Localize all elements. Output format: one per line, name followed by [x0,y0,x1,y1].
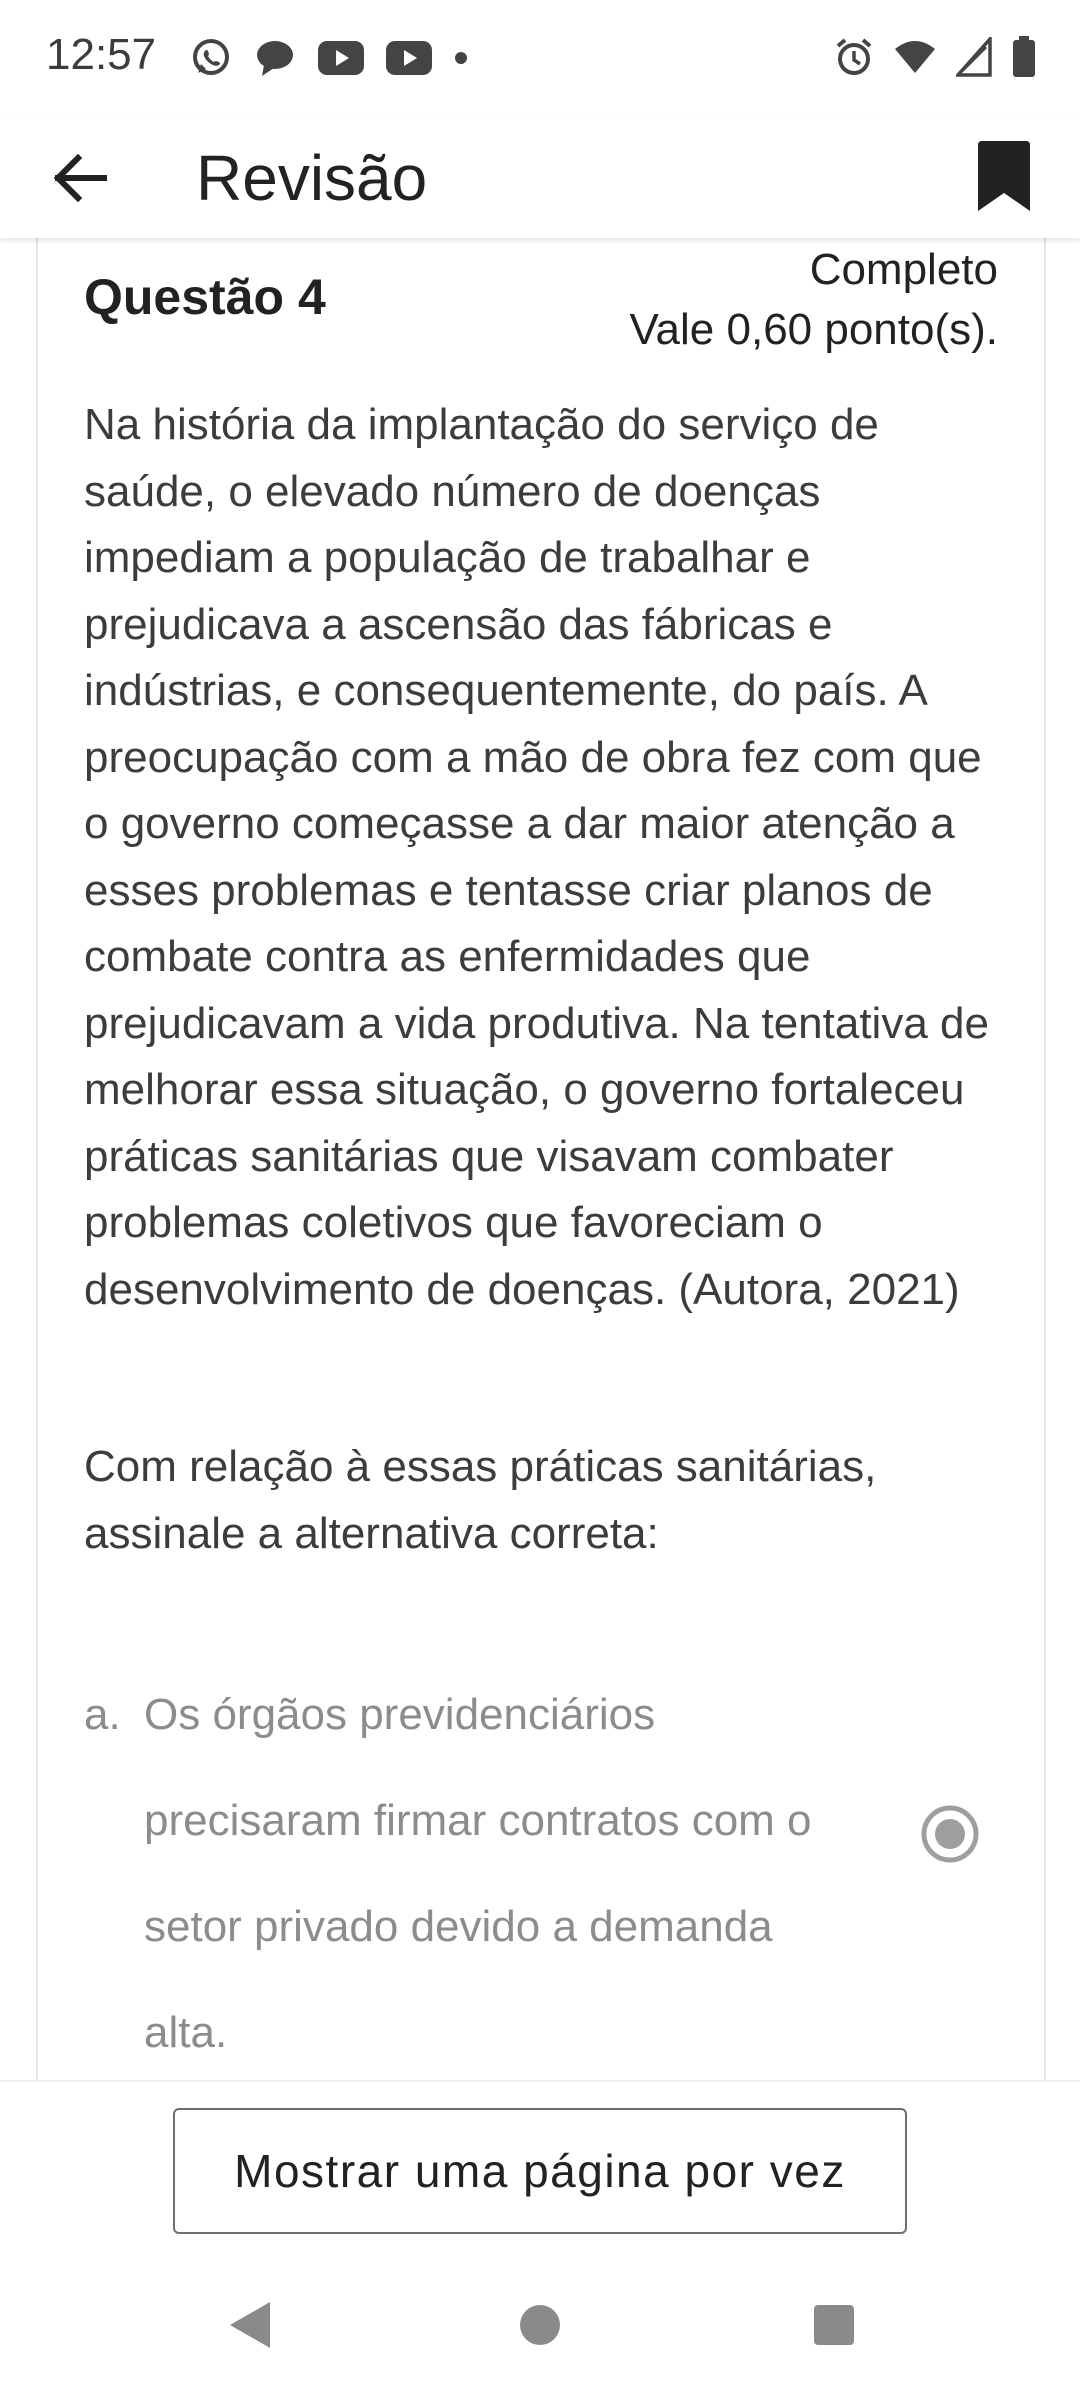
question-points: Vale 0,60 ponto(s). [629,305,998,354]
question-title: Questão 4 [84,269,326,325]
answer-option-a[interactable]: a. Os órgãos previdenciários precisaram … [84,1662,1004,2080]
bottom-action-bar: Mostrar uma página por vez [0,2080,1080,2250]
question-status-block: Completo Vale 0,60 ponto(s). [629,240,998,360]
page-title: Revisão [196,142,428,214]
radio-selected-icon [921,1805,979,1863]
signal-icon [956,37,992,77]
app-bar: Revisão [0,118,1080,238]
youtube-icon [318,41,364,75]
bookmark-button[interactable] [964,132,1044,220]
nav-back-button[interactable] [215,2290,285,2360]
alarm-icon [834,37,874,77]
square-recents-icon [814,2305,854,2345]
youtube-icon [386,41,432,75]
option-letter: a. [84,1690,121,1739]
nav-home-button[interactable] [505,2290,575,2360]
review-content[interactable]: Questão 4 Completo Vale 0,60 ponto(s). N… [0,238,1080,2080]
back-button[interactable] [40,138,120,218]
bookmark-icon [978,141,1030,211]
wifi-icon [894,39,936,75]
question-card: Questão 4 Completo Vale 0,60 ponto(s). N… [36,238,1046,2080]
system-icons [834,34,1036,80]
circle-home-icon [520,2305,560,2345]
battery-icon [1012,36,1036,78]
question-state: Completo [809,245,998,294]
triangle-back-icon [230,2302,270,2348]
status-time: 12:57 [46,30,157,79]
arrow-left-icon [53,154,107,202]
whatsapp-icon [190,37,232,79]
dot-icon [454,51,468,65]
system-nav-bar [0,2250,1080,2400]
nav-recents-button[interactable] [799,2290,869,2360]
option-text: Os órgãos previdenciários precisaram fir… [144,1690,812,2057]
option-radio[interactable] [920,1804,980,1864]
show-one-page-button[interactable]: Mostrar uma página por vez [173,2108,907,2234]
notification-icons [190,36,468,80]
question-prompt: Com relação à essas práticas sanitárias,… [84,1442,877,1558]
status-bar: 12:57 [0,0,1080,118]
chat-bubble-icon [254,38,296,78]
question-text: Na história da implantação do serviço de… [84,400,989,1314]
